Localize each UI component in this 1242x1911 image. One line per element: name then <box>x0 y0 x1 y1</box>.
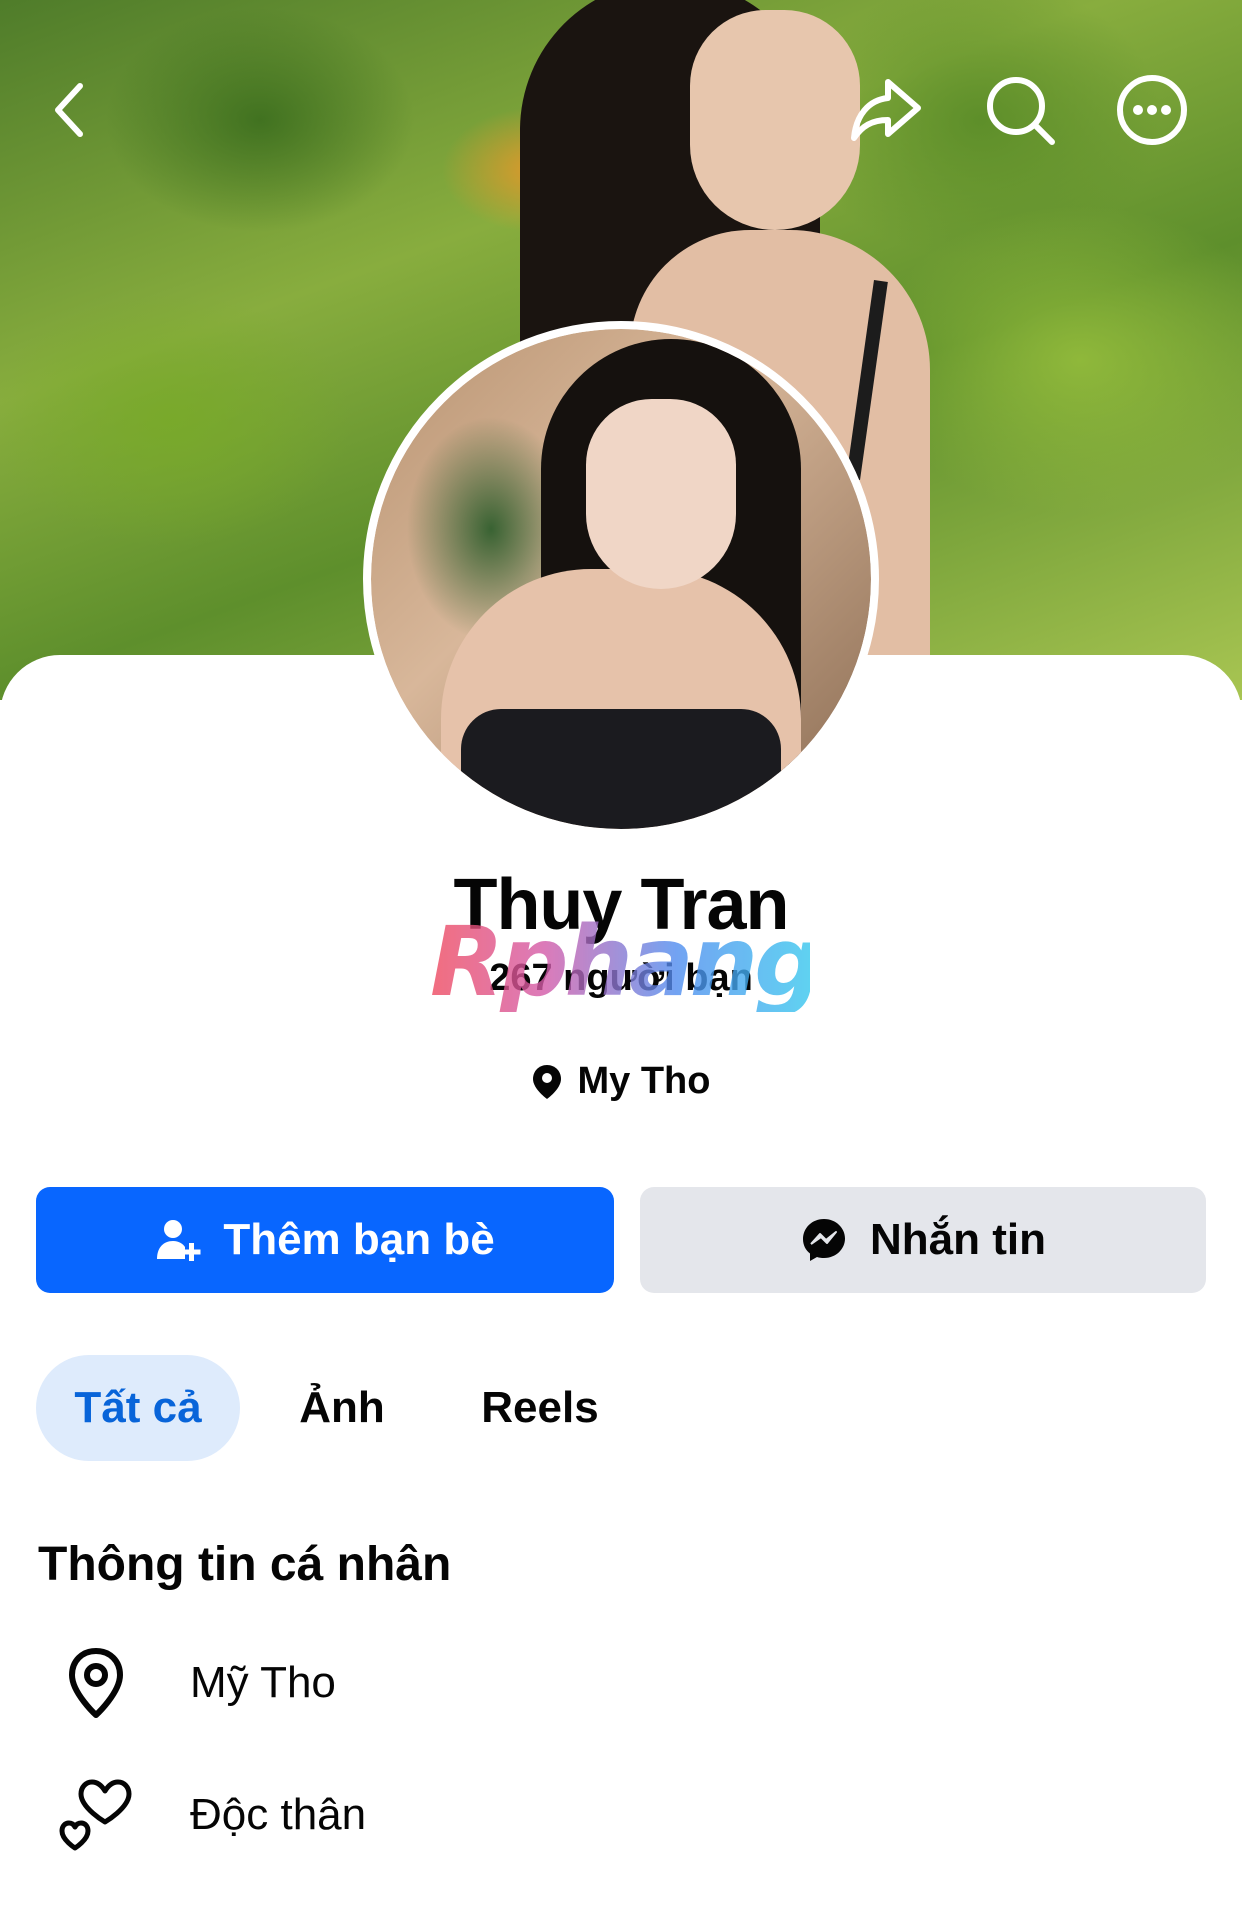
location-label: My Tho <box>577 1060 711 1102</box>
friends-count[interactable]: 267 người bạn <box>0 950 1242 1006</box>
share-icon[interactable] <box>846 70 926 150</box>
more-options-icon[interactable] <box>1112 70 1192 150</box>
info-row-location: Mỹ Tho <box>56 1638 336 1728</box>
add-friend-label: Thêm bạn bè <box>223 1215 495 1264</box>
info-location-text: Mỹ Tho <box>190 1658 336 1707</box>
tab-all[interactable]: Tất cả <box>36 1355 240 1461</box>
location-pin-icon <box>56 1638 136 1728</box>
profile-avatar[interactable] <box>363 321 879 837</box>
hearts-icon <box>56 1770 136 1860</box>
message-label: Nhắn tin <box>870 1215 1046 1264</box>
search-icon[interactable] <box>980 70 1060 150</box>
profile-location: My Tho <box>0 1060 1242 1103</box>
location-pin-icon <box>532 1064 561 1099</box>
info-relationship-text: Độc thân <box>190 1790 367 1839</box>
messenger-icon <box>803 1219 845 1261</box>
avatar-photo <box>371 329 871 829</box>
back-arrow-icon[interactable] <box>30 70 110 150</box>
tab-photos[interactable]: Ảnh <box>272 1355 412 1461</box>
tab-reels[interactable]: Reels <box>460 1355 620 1461</box>
info-row-relationship: Độc thân <box>56 1770 366 1860</box>
add-friend-button[interactable]: Thêm bạn bè <box>36 1187 614 1293</box>
personal-info-title: Thông tin cá nhân <box>38 1538 452 1591</box>
message-button[interactable]: Nhắn tin <box>640 1187 1206 1293</box>
add-friend-icon <box>157 1220 201 1261</box>
profile-name: Thuy Tran <box>453 865 789 945</box>
